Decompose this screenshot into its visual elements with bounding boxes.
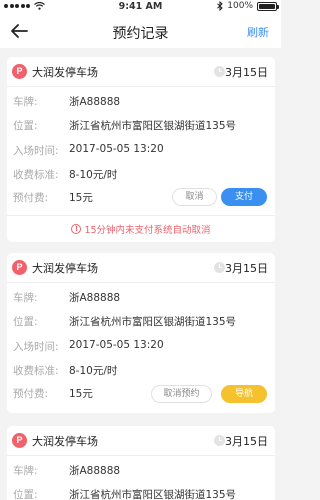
entry-time-value: 2017-05-05 13:20 (69, 143, 164, 155)
plate-label: 车牌: (13, 292, 38, 304)
status-right: 100% (217, 1, 279, 11)
fee-rate-value: 8-10元/时 (69, 365, 118, 377)
clock-icon (214, 66, 225, 77)
location-label: 位置: (13, 120, 38, 132)
entry-time-label: 入场时间: (13, 341, 59, 353)
battery-percent: 100% (227, 1, 253, 11)
location-value: 浙江省杭州市富阳区银湖街道135号 (69, 316, 237, 328)
card-header: P 大润发停车场 3月15日 (7, 426, 275, 456)
location-label: 位置: (13, 489, 38, 500)
reservation-card[interactable]: P 大润发停车场 3月15日 车牌: 浙A88888 位置: 浙江省杭州市富阳区… (7, 253, 275, 413)
fee-rate-label: 收费标准: (13, 365, 59, 377)
reservation-date: 3月15日 (225, 66, 268, 79)
parking-icon: P (12, 433, 27, 448)
location-value: 浙江省杭州市富阳区银湖街道135号 (69, 120, 237, 132)
location-value: 浙江省杭州市富阳区银湖街道135号 (69, 489, 237, 500)
lot-name: 大润发停车场 (32, 262, 98, 275)
payment-warning: ! 15分钟内未支付系统自动取消 (71, 222, 211, 236)
clock-icon (214, 435, 225, 446)
fee-rate-label: 收费标准: (13, 169, 59, 181)
cancel-button[interactable]: 取消 (172, 188, 217, 206)
plate-value: 浙A88888 (69, 96, 121, 108)
refresh-button[interactable]: 刷新 (247, 24, 269, 40)
page-title: 预约记录 (112, 26, 169, 42)
card-header: P 大润发停车场 3月15日 (7, 253, 275, 283)
warning-text: 15分钟内未支付系统自动取消 (84, 225, 211, 236)
battery-icon (257, 1, 279, 11)
status-bar: 9:41 AM 100% (0, 0, 281, 14)
plate-label: 车牌: (13, 465, 38, 477)
plate-label: 车牌: (13, 96, 38, 108)
location-label: 位置: (13, 316, 38, 328)
lot-name: 大润发停车场 (32, 66, 98, 79)
reservation-card[interactable]: P 大润发停车场 3月15日 车牌: 浙A88888 位置: 浙江省杭州市富阳区… (7, 57, 275, 242)
reservation-date: 3月15日 (225, 435, 268, 448)
plate-value: 浙A88888 (69, 292, 121, 304)
prepaid-label: 预付费: (13, 388, 49, 400)
parking-icon: P (12, 64, 27, 79)
bluetooth-icon (217, 1, 223, 11)
entry-time-label: 入场时间: (13, 145, 59, 157)
clock-icon (214, 262, 225, 273)
entry-time-value: 2017-05-05 13:20 (69, 339, 164, 351)
card-header: P 大润发停车场 3月15日 (7, 57, 275, 87)
parking-icon: P (12, 260, 27, 275)
prepaid-label: 预付费: (13, 192, 49, 204)
alert-icon: ! (71, 224, 82, 234)
cancel-reservation-button[interactable]: 取消预约 (151, 385, 212, 403)
navigate-button[interactable]: 导航 (221, 385, 267, 403)
prepaid-value: 15元 (69, 388, 93, 400)
reservation-card[interactable]: P 大润发停车场 3月15日 车牌: 浙A88888 位置: 浙江省杭州市富阳区… (7, 426, 275, 500)
fee-rate-value: 8-10元/时 (69, 169, 118, 181)
lot-name: 大润发停车场 (32, 435, 98, 448)
card-footer: ! 15分钟内未支付系统自动取消 (7, 215, 275, 242)
plate-value: 浙A88888 (69, 465, 121, 477)
prepaid-value: 15元 (69, 192, 93, 204)
pay-button[interactable]: 支付 (221, 188, 267, 206)
reservation-date: 3月15日 (225, 262, 268, 275)
nav-bar: 预约记录 刷新 (0, 14, 281, 48)
